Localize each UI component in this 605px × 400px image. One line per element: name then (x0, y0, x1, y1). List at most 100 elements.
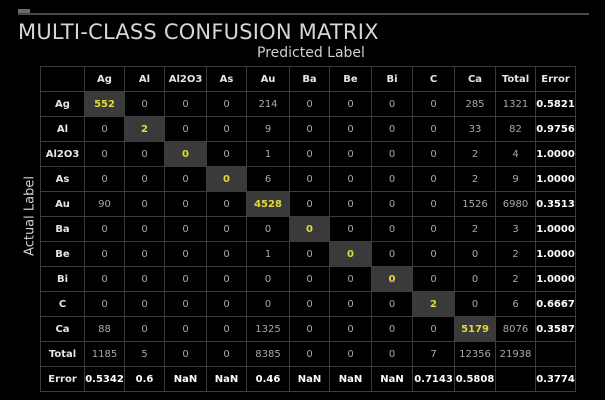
matrix-cell-diagonal: 2 (412, 291, 455, 317)
matrix-cell: 1.0000 (535, 216, 576, 242)
matrix-cell: 6 (495, 291, 536, 317)
matrix-cell: 0 (84, 116, 125, 142)
matrix-cell: 82 (495, 116, 536, 142)
matrix-cell: 0 (329, 341, 372, 367)
matrix-cell: 0 (124, 166, 165, 192)
matrix-cell: 3 (495, 216, 536, 242)
title-rule (18, 13, 589, 15)
matrix-cell: 6 (246, 166, 290, 192)
matrix-cell: 90 (84, 191, 125, 217)
matrix-cell: 0 (289, 341, 330, 367)
table-row: Be 0 0 0 0 1 0 0 0 0 0 2 1.0000 (40, 241, 576, 267)
matrix-cell: 0 (371, 216, 413, 242)
matrix-cell: 1321 (495, 91, 536, 117)
matrix-cell: 1325 (246, 316, 290, 342)
matrix-cell: 0 (371, 316, 413, 342)
row-header-al2o3: Al2O3 (40, 141, 85, 167)
matrix-cell: 7 (412, 341, 455, 367)
chart-title: MULTI-CLASS CONFUSION MATRIX (18, 20, 379, 44)
matrix-cell: 0.46 (246, 366, 290, 392)
matrix-cell: 1.0000 (535, 166, 576, 192)
matrix-cell: 0 (329, 116, 372, 142)
matrix-cell: 2 (454, 141, 496, 167)
matrix-cell: NaN (206, 366, 247, 392)
matrix-cell: 0 (412, 191, 455, 217)
column-header-ba: Ba (289, 66, 330, 92)
matrix-cell: 0 (164, 291, 207, 317)
matrix-cell: 0 (124, 291, 165, 317)
matrix-cell: 0 (164, 316, 207, 342)
matrix-cell: 0 (206, 291, 247, 317)
matrix-cell: 1526 (454, 191, 496, 217)
column-header-ag: Ag (84, 66, 125, 92)
matrix-cell: 0 (84, 291, 125, 317)
matrix-cell: 0 (289, 191, 330, 217)
matrix-cell: 88 (84, 316, 125, 342)
matrix-cell: 0 (124, 266, 165, 292)
matrix-cell: 0 (124, 316, 165, 342)
matrix-cell: 0 (412, 266, 455, 292)
matrix-cell: 0 (289, 266, 330, 292)
column-header-al2o3: Al2O3 (164, 66, 207, 92)
row-header-c: C (40, 291, 85, 317)
matrix-cell: 0 (412, 316, 455, 342)
matrix-cell: NaN (164, 366, 207, 392)
matrix-cell: 214 (246, 91, 290, 117)
matrix-cell: 0 (84, 141, 125, 167)
matrix-cell: 0 (124, 91, 165, 117)
column-header-as: As (206, 66, 247, 92)
row-header-al: Al (40, 116, 85, 142)
matrix-cell: 0 (164, 266, 207, 292)
matrix-cell: 0.5808 (454, 366, 496, 392)
matrix-cell (535, 341, 576, 367)
matrix-cell: 0 (84, 216, 125, 242)
matrix-cell-diagonal: 0 (206, 166, 247, 192)
y-axis-label: Actual Label (22, 176, 38, 256)
matrix-cell: 2 (454, 166, 496, 192)
matrix-cell: 1 (246, 241, 290, 267)
matrix-cell: 0 (164, 116, 207, 142)
matrix-cell: 0 (329, 266, 372, 292)
matrix-cell: 0 (329, 191, 372, 217)
matrix-cell: 0 (206, 216, 247, 242)
matrix-cell: 0 (124, 191, 165, 217)
matrix-cell: 0 (371, 91, 413, 117)
matrix-cell: 2 (495, 241, 536, 267)
matrix-cell-diagonal: 4528 (246, 191, 290, 217)
table-row: Au 90 0 0 0 4528 0 0 0 0 1526 6980 0.3513 (40, 191, 576, 217)
row-header-as: As (40, 166, 85, 192)
matrix-cell: 0 (371, 191, 413, 217)
matrix-cell: NaN (371, 366, 413, 392)
matrix-cell: 0 (412, 141, 455, 167)
table-row: As 0 0 0 0 6 0 0 0 0 2 9 1.0000 (40, 166, 576, 192)
matrix-cell: 0 (124, 216, 165, 242)
matrix-cell-diagonal: 552 (84, 91, 125, 117)
matrix-cell: 0 (329, 141, 372, 167)
matrix-cell: 0.7143 (412, 366, 455, 392)
matrix-cell: 0 (84, 241, 125, 267)
matrix-cell: 8385 (246, 341, 290, 367)
matrix-cell: 0 (246, 266, 290, 292)
matrix-cell: 0 (329, 166, 372, 192)
row-header-ca: Ca (40, 316, 85, 342)
matrix-cell-diagonal: 0 (371, 266, 413, 292)
matrix-cell: 0.3513 (535, 191, 576, 217)
matrix-cell: 0 (206, 91, 247, 117)
matrix-cell: 0 (412, 116, 455, 142)
matrix-cell: 0 (371, 341, 413, 367)
matrix-cell: 5 (124, 341, 165, 367)
matrix-cell: 0 (412, 216, 455, 242)
matrix-cell: 0 (371, 141, 413, 167)
matrix-cell: 0 (124, 141, 165, 167)
matrix-cell (495, 366, 536, 392)
matrix-cell: 0.9756 (535, 116, 576, 142)
table-row: Bi 0 0 0 0 0 0 0 0 0 0 2 1.0000 (40, 266, 576, 292)
matrix-cell: 0 (329, 91, 372, 117)
matrix-cell: 0 (371, 291, 413, 317)
row-header-error: Error (40, 366, 85, 392)
matrix-cell: 0 (206, 191, 247, 217)
row-header-ba: Ba (40, 216, 85, 242)
matrix-cell: 0 (454, 291, 496, 317)
matrix-cell: 0 (164, 341, 207, 367)
matrix-cell: 0 (206, 141, 247, 167)
